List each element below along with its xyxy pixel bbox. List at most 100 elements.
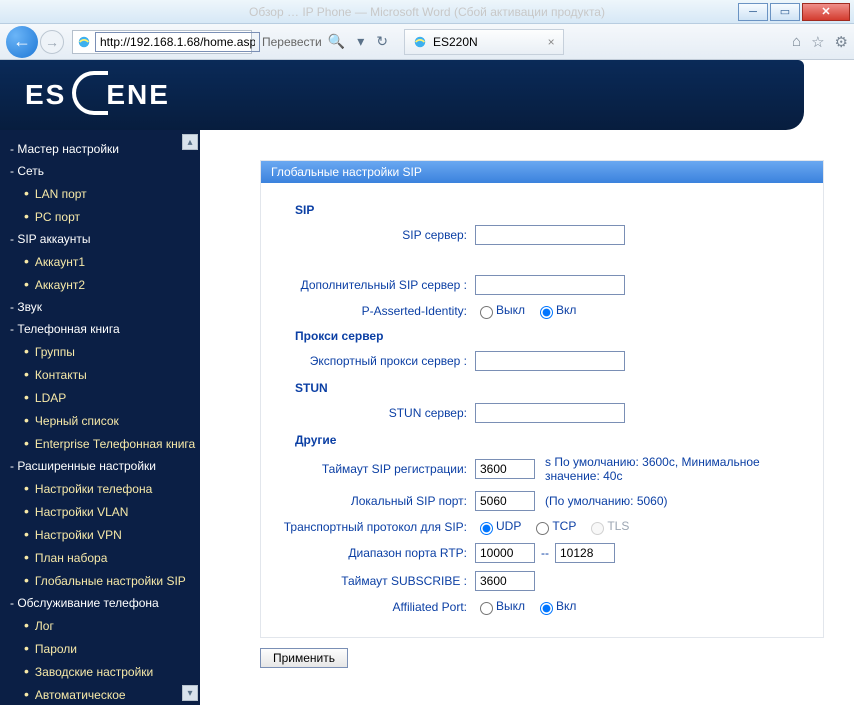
nav-enterprise[interactable]: Enterprise Телефонная книга — [10, 432, 200, 455]
nav-wizard-label: Мастер настройки — [17, 142, 119, 156]
ie-icon — [77, 35, 91, 49]
input-rtp-from[interactable] — [475, 543, 535, 563]
nav-log[interactable]: Лог — [10, 614, 200, 637]
nav-dialplan-label: План набора — [35, 551, 107, 565]
forward-button: → — [40, 30, 64, 54]
tab-title: ES220N — [433, 35, 478, 49]
favorites-icon[interactable]: ☆ — [811, 33, 824, 51]
label-local-port: Локальный SIP порт: — [275, 494, 475, 508]
hint-local-port: (По умолчанию: 5060) — [545, 494, 668, 508]
address-bar[interactable] — [72, 30, 252, 54]
back-button[interactable]: ← — [6, 26, 38, 58]
label-stun: STUN сервер: — [275, 406, 475, 420]
window-titlebar: Обзор … IP Phone — Microsoft Word (Сбой … — [0, 0, 854, 24]
nav-sip-accounts[interactable]: SIP аккаунты — [10, 228, 200, 250]
radio-pai-on[interactable]: Вкл — [535, 303, 576, 319]
nav-auto-label: Автоматическое — [35, 688, 126, 702]
radio-affiliated-off[interactable]: Выкл — [475, 599, 525, 615]
nav-pcport[interactable]: PC порт — [10, 205, 200, 228]
input-sip-server[interactable] — [475, 225, 625, 245]
radio-tls: TLS — [586, 519, 629, 535]
input-export-proxy[interactable] — [475, 351, 625, 371]
nav-account1[interactable]: Аккаунт1 — [10, 250, 200, 273]
section-sip: SIP — [295, 203, 809, 217]
label-rtp-range: Диапазон порта RTP: — [275, 546, 475, 560]
section-proxy: Прокси сервер — [295, 329, 809, 343]
search-icon[interactable]: 🔍 — [328, 33, 345, 50]
section-other: Другие — [295, 433, 809, 447]
url-input[interactable] — [95, 32, 260, 52]
nav-account1-label: Аккаунт1 — [35, 255, 85, 269]
nav-sound[interactable]: Звук — [10, 296, 200, 318]
nav-dialplan[interactable]: План набора — [10, 546, 200, 569]
rtp-separator: -- — [541, 546, 549, 560]
radio-tcp[interactable]: TCP — [531, 519, 576, 535]
nav-wizard[interactable]: Мастер настройки — [10, 138, 200, 160]
nav-network-label: Сеть — [17, 164, 44, 178]
nav-advanced[interactable]: Расширенные настройки — [10, 455, 200, 477]
nav-lan[interactable]: LAN порт — [10, 182, 200, 205]
radio-udp[interactable]: UDP — [475, 519, 521, 535]
nav-phonebook[interactable]: Телефонная книга — [10, 318, 200, 340]
input-stun[interactable] — [475, 403, 625, 423]
label-export-proxy: Экспортный прокси сервер : — [275, 354, 475, 368]
gear-icon[interactable]: ⚙ — [835, 33, 848, 51]
input-sip-server2[interactable] — [475, 275, 625, 295]
label-subscribe: Таймаут SUBSCRIBE : — [275, 574, 475, 588]
radio-affiliated-on[interactable]: Вкл — [535, 599, 576, 615]
nav-passwords[interactable]: Пароли — [10, 637, 200, 660]
input-rtp-to[interactable] — [555, 543, 615, 563]
label-affiliated: Affiliated Port: — [275, 600, 475, 614]
hint-reg-timeout: s По умолчанию: 3600с, Минимальное значе… — [545, 455, 805, 483]
scroll-down-icon[interactable]: ▾ — [182, 685, 198, 701]
ie-toolbar: ← → Перевести 🔍 ▾ ↻ ES220N × ⌂ ☆ ⚙ — [0, 24, 854, 60]
label-pai: P-Asserted-Identity: — [275, 304, 475, 318]
nav-factory[interactable]: Заводские настройки — [10, 660, 200, 683]
close-button[interactable]: ✕ — [802, 3, 850, 21]
nav-contacts-label: Контакты — [35, 368, 87, 382]
refresh-icon[interactable]: ↻ — [376, 33, 388, 50]
ie-icon — [413, 35, 427, 49]
input-subscribe[interactable] — [475, 571, 535, 591]
nav-enterprise-label: Enterprise Телефонная книга — [35, 437, 195, 451]
nav-phone-settings-label: Настройки телефона — [35, 482, 152, 496]
nav-auto[interactable]: Автоматическое — [10, 683, 200, 705]
nav-factory-label: Заводские настройки — [35, 665, 153, 679]
input-local-port[interactable] — [475, 491, 535, 511]
minimize-button[interactable]: ─ — [738, 3, 768, 21]
nav-account2[interactable]: Аккаунт2 — [10, 273, 200, 296]
section-stun: STUN — [295, 381, 809, 395]
scroll-up-icon[interactable]: ▴ — [182, 134, 198, 150]
nav-phone-settings[interactable]: Настройки телефона — [10, 477, 200, 500]
nav-vpn-label: Настройки VPN — [35, 528, 122, 542]
nav-vlan[interactable]: Настройки VLAN — [10, 500, 200, 523]
main-content: Глобальные настройки SIP SIP SIP сервер:… — [200, 130, 854, 705]
chevron-down-icon[interactable]: ▾ — [357, 33, 364, 50]
nav-blacklist-label: Черный список — [35, 414, 119, 428]
home-icon[interactable]: ⌂ — [792, 33, 801, 50]
nav-ldap[interactable]: LDAP — [10, 386, 200, 409]
brand-banner: ESENE — [0, 60, 804, 130]
nav-passwords-label: Пароли — [35, 642, 77, 656]
radio-pai-off[interactable]: Выкл — [475, 303, 525, 319]
apply-button[interactable]: Применить — [260, 648, 348, 668]
tab-close-icon[interactable]: × — [548, 35, 555, 49]
sidebar: ▴ Мастер настройки Сеть LAN порт PC порт SIP… — [0, 130, 200, 705]
nav-pcport-label: PC порт — [35, 210, 80, 224]
translate-link[interactable]: Перевести — [262, 35, 322, 49]
label-reg-timeout: Таймаут SIP регистрации: — [275, 462, 475, 476]
nav-maintenance[interactable]: Обслуживание телефона — [10, 592, 200, 614]
input-reg-timeout[interactable] — [475, 459, 535, 479]
nav-blacklist[interactable]: Черный список — [10, 409, 200, 432]
browser-tab[interactable]: ES220N × — [404, 29, 564, 55]
nav-sip-accounts-label: SIP аккаунты — [17, 232, 90, 246]
nav-contacts[interactable]: Контакты — [10, 363, 200, 386]
nav-network[interactable]: Сеть — [10, 160, 200, 182]
nav-ldap-label: LDAP — [35, 391, 66, 405]
nav-global-sip[interactable]: Глобальные настройки SIP — [10, 569, 200, 592]
maximize-button[interactable]: ▭ — [770, 3, 800, 21]
nav-groups[interactable]: Группы — [10, 340, 200, 363]
nav-groups-label: Группы — [35, 345, 75, 359]
nav-log-label: Лог — [35, 619, 54, 633]
nav-vpn[interactable]: Настройки VPN — [10, 523, 200, 546]
